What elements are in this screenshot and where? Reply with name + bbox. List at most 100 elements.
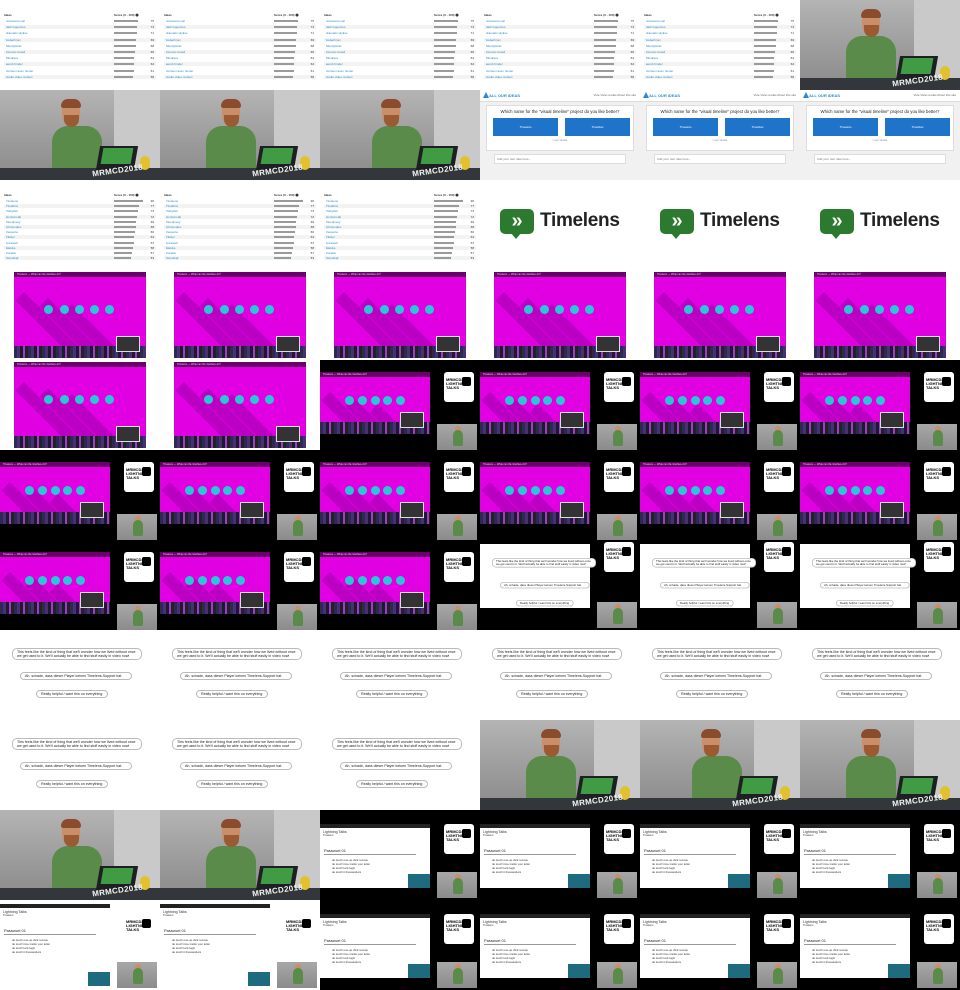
timeline-dot[interactable] — [265, 394, 275, 404]
timeline-dot[interactable] — [850, 485, 860, 495]
timeline-dot[interactable] — [223, 575, 233, 585]
timeline-dot[interactable] — [50, 575, 60, 585]
timeline-dot[interactable] — [370, 395, 380, 405]
vote-label[interactable]: Flicker — [166, 235, 175, 239]
vote-label[interactable]: Moodybirds — [646, 44, 662, 48]
timeline-dot[interactable] — [875, 395, 885, 405]
timeline-dot[interactable] — [665, 395, 675, 405]
vote-label[interactable]: aeroh hinder — [166, 62, 183, 66]
timeline-dot[interactable] — [665, 485, 675, 495]
timeline-dot[interactable] — [219, 394, 229, 404]
vote-option-b[interactable]: Timeflow — [725, 118, 790, 136]
add-idea-input[interactable] — [654, 154, 786, 164]
vote-option-a[interactable]: Timelens — [653, 118, 718, 136]
timeline-dot[interactable] — [89, 394, 99, 404]
vote-label[interactable]: Moodybirds — [6, 44, 22, 48]
poll-nav[interactable]: Vote View results About this site — [594, 93, 636, 97]
timeline-dot[interactable] — [715, 485, 725, 495]
timeline-dot[interactable] — [345, 575, 355, 585]
vote-label[interactable]: Mindrace — [326, 56, 338, 60]
timeline-dot[interactable] — [383, 575, 393, 585]
timeline-dot[interactable] — [703, 485, 713, 495]
vote-label[interactable]: dark ingenious — [646, 25, 666, 29]
timeline-dot[interactable] — [699, 304, 709, 314]
timeline-dot[interactable] — [265, 304, 275, 314]
vote-label[interactable]: Mindrace — [486, 56, 498, 60]
vote-label[interactable]: interest rooted — [486, 50, 505, 54]
vote-label[interactable]: untamed pupil — [6, 19, 25, 23]
vote-label[interactable]: Mindrace — [6, 56, 18, 60]
vote-label[interactable]: dramatic skyline — [166, 31, 188, 35]
vote-label[interactable]: Flicker — [6, 235, 15, 239]
vote-label[interactable]: Sensitrail — [166, 256, 178, 260]
vote-label[interactable]: bodachrom — [326, 38, 341, 42]
cant-decide-link[interactable]: I can't decide — [647, 139, 793, 142]
timeline-dot[interactable] — [197, 575, 207, 585]
vote-label[interactable]: studio video context — [326, 75, 353, 79]
timeline-dot[interactable] — [825, 485, 835, 495]
vote-label[interactable]: dramatic skyline — [646, 31, 668, 35]
timeline-dot[interactable] — [555, 485, 565, 495]
vote-label[interactable]: bodachrom — [166, 38, 181, 42]
timeline-dot[interactable] — [74, 304, 84, 314]
vote-label[interactable]: Moodmerg — [326, 220, 340, 224]
vote-label[interactable]: Sensitrail — [6, 256, 18, 260]
timeline-dot[interactable] — [714, 304, 724, 314]
cant-decide-link[interactable]: I can't decide — [487, 139, 633, 142]
vote-label[interactable]: Timeflow — [166, 204, 178, 208]
timeline-dot[interactable] — [684, 304, 694, 314]
timeline-dot[interactable] — [585, 304, 595, 314]
vote-label[interactable]: untamed pupil — [166, 19, 185, 23]
timeline-dot[interactable] — [844, 304, 854, 314]
timeline-dot[interactable] — [197, 485, 207, 495]
vote-label[interactable]: interest rooted — [646, 50, 665, 54]
timeline-dot[interactable] — [370, 485, 380, 495]
vote-label[interactable]: curious raven hunter — [326, 69, 353, 73]
vote-label[interactable]: untamed pupil — [486, 19, 505, 23]
timeline-dot[interactable] — [364, 304, 374, 314]
timeline-dot[interactable] — [219, 304, 229, 314]
add-idea-input[interactable] — [814, 154, 946, 164]
timeline-dot[interactable] — [690, 395, 700, 405]
vote-label[interactable]: dramatic skyline — [326, 31, 348, 35]
vote-label[interactable]: bodachrom — [486, 38, 501, 42]
vote-label[interactable]: curious raven hunter — [486, 69, 513, 73]
vote-label[interactable]: Vesperia — [6, 230, 18, 234]
timeline-dot[interactable] — [105, 304, 115, 314]
timeline-dot[interactable] — [357, 575, 367, 585]
timeline-dot[interactable] — [690, 485, 700, 495]
timeline-dot[interactable] — [249, 394, 259, 404]
timeline-dot[interactable] — [37, 485, 47, 495]
timeline-dot[interactable] — [505, 485, 515, 495]
timeline-dot[interactable] — [50, 485, 60, 495]
timeline-dot[interactable] — [555, 395, 565, 405]
timeline-dot[interactable] — [357, 485, 367, 495]
vote-label[interactable]: Horizonvalt — [166, 215, 181, 219]
poll-nav[interactable]: Vote View results About this site — [754, 93, 796, 97]
timeline-dot[interactable] — [729, 304, 739, 314]
vote-label[interactable]: Horizonvalt — [6, 215, 21, 219]
vote-option-b[interactable]: Timeflow — [885, 118, 950, 136]
vote-label[interactable]: Horizonvalt — [326, 215, 341, 219]
vote-label[interactable]: interest rooted — [166, 50, 185, 54]
vote-label[interactable]: Viskyfish — [326, 209, 338, 213]
vote-label[interactable]: Vocalia — [166, 251, 176, 255]
vote-label[interactable]: dark ingenious — [166, 25, 186, 29]
timeline-dot[interactable] — [409, 304, 419, 314]
timeline-dot[interactable] — [825, 395, 835, 405]
timeline-dot[interactable] — [204, 304, 214, 314]
timeline-dot[interactable] — [905, 304, 915, 314]
vote-label[interactable]: Vocalia — [6, 251, 16, 255]
timeline-dot[interactable] — [530, 485, 540, 495]
vote-label[interactable]: Moodmerg — [6, 220, 20, 224]
timeline-dot[interactable] — [425, 304, 435, 314]
vote-label[interactable]: Aurawell — [6, 241, 18, 245]
vote-label[interactable]: aeroh hinder — [326, 62, 343, 66]
timeline-dot[interactable] — [859, 304, 869, 314]
site-logo[interactable]: ALL OUR IDEAS — [809, 93, 840, 98]
vote-label[interactable]: curious raven hunter — [6, 69, 33, 73]
timeline-dot[interactable] — [745, 304, 755, 314]
timeline-dot[interactable] — [234, 394, 244, 404]
vote-label[interactable]: Timeflow — [326, 204, 338, 208]
timeline-dot[interactable] — [235, 485, 245, 495]
